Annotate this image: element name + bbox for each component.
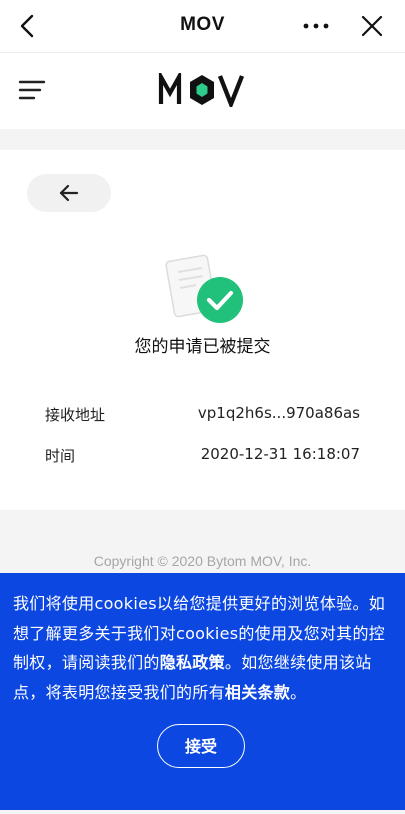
app-bar: MOV — [0, 0, 405, 53]
hamburger-menu-icon[interactable] — [18, 79, 46, 101]
terms-link[interactable]: 相关条款 — [225, 683, 290, 702]
cookie-banner: 我们将使用cookies以给您提供更好的浏览体验。如想了解更多关于我们对cook… — [0, 573, 405, 810]
close-icon[interactable] — [360, 14, 384, 38]
address-value: vp1q2h6s...970a86as — [197, 404, 360, 422]
time-label: 时间 — [45, 447, 76, 465]
back-button[interactable] — [27, 174, 111, 212]
time-value: 2020-12-31 16:18:07 — [200, 445, 360, 463]
app-bar-title: MOV — [180, 14, 225, 35]
more-options-icon[interactable] — [302, 22, 330, 30]
arrow-left-icon — [59, 184, 79, 202]
cookie-message-part-3: 。 — [290, 682, 307, 702]
site-header — [0, 53, 405, 129]
accept-cookies-button[interactable]: 接受 — [157, 724, 245, 768]
success-check-icon — [197, 277, 243, 323]
privacy-policy-link[interactable]: 隐私政策 — [160, 653, 225, 672]
submission-status: 您的申请已被提交 — [134, 337, 271, 357]
mov-logo[interactable] — [158, 73, 246, 107]
cookie-message: 我们将使用cookies以给您提供更好的浏览体验。如想了解更多关于我们对cook… — [13, 589, 392, 707]
bottom-edge — [0, 810, 405, 814]
address-label: 接收地址 — [45, 406, 106, 424]
copyright-text: Copyright © 2020 Bytom MOV, Inc. — [93, 553, 312, 569]
